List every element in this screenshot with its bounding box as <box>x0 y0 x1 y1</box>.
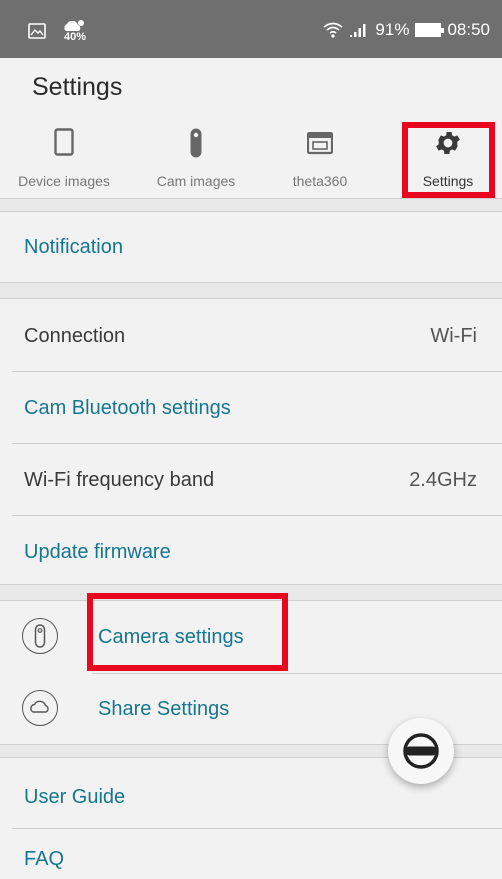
cam-bluetooth-row[interactable]: Cam Bluetooth settings <box>0 372 502 443</box>
wifi-band-value: 2.4GHz <box>409 469 477 491</box>
camera-icon <box>190 128 202 158</box>
app-header: Settings Device images Cam images theta3… <box>0 58 502 198</box>
tab-cam-images[interactable]: Cam images <box>138 128 254 194</box>
section-divider <box>0 198 502 212</box>
camera-settings-label: Camera settings <box>98 626 244 648</box>
signal-icon <box>350 24 366 37</box>
wifi-icon <box>323 22 343 38</box>
section-divider <box>0 584 502 601</box>
tab-label: theta360 <box>292 173 348 189</box>
faq-label: FAQ <box>24 848 65 870</box>
tab-settings[interactable]: Settings <box>408 128 488 194</box>
theta-lens-icon <box>403 733 439 769</box>
connection-row[interactable]: Connection Wi-Fi <box>0 299 502 371</box>
tab-label: Settings <box>422 173 474 189</box>
floating-action-button[interactable] <box>388 718 454 784</box>
share-settings-label: Share Settings <box>98 698 230 720</box>
clock: 08:50 <box>447 20 490 39</box>
tab-theta360[interactable]: theta360 <box>270 128 370 194</box>
notification-label: Notification <box>24 236 123 258</box>
image-notification-icon <box>28 23 46 39</box>
battery-icon <box>415 23 445 37</box>
theta360-icon <box>307 132 333 155</box>
faq-row[interactable]: FAQ <box>0 829 502 879</box>
phone-icon <box>54 128 74 156</box>
section-divider <box>0 282 502 299</box>
user-guide-label: User Guide <box>24 786 126 808</box>
wifi-band-row[interactable]: Wi-Fi frequency band 2.4GHz <box>0 444 502 515</box>
notification-row[interactable]: Notification <box>0 212 502 282</box>
cloud-circle-icon <box>22 690 58 726</box>
wifi-band-label: Wi-Fi frequency band <box>24 469 215 491</box>
cam-bluetooth-label: Cam Bluetooth settings <box>24 397 231 419</box>
camera-settings-row[interactable]: Camera settings <box>0 601 502 673</box>
page-title: Settings <box>32 73 123 101</box>
tab-device-images[interactable]: Device images <box>6 128 122 194</box>
battery-percent: 91% <box>375 20 410 39</box>
tab-label: Device images <box>18 173 110 189</box>
camera-circle-icon <box>22 618 58 654</box>
gear-icon <box>436 132 460 154</box>
tab-label: Cam images <box>156 173 236 189</box>
update-firmware-label: Update firmware <box>24 541 171 563</box>
status-bar: 40% 91% 08:50 <box>0 0 502 58</box>
connection-value: Wi-Fi <box>430 325 477 347</box>
weather-percent: 40% <box>64 31 87 43</box>
weather-icon: 40% <box>60 18 88 44</box>
tab-bar: Device images Cam images theta360 Settin… <box>0 122 502 198</box>
update-firmware-row[interactable]: Update firmware <box>0 516 502 584</box>
connection-label: Connection <box>24 325 126 347</box>
